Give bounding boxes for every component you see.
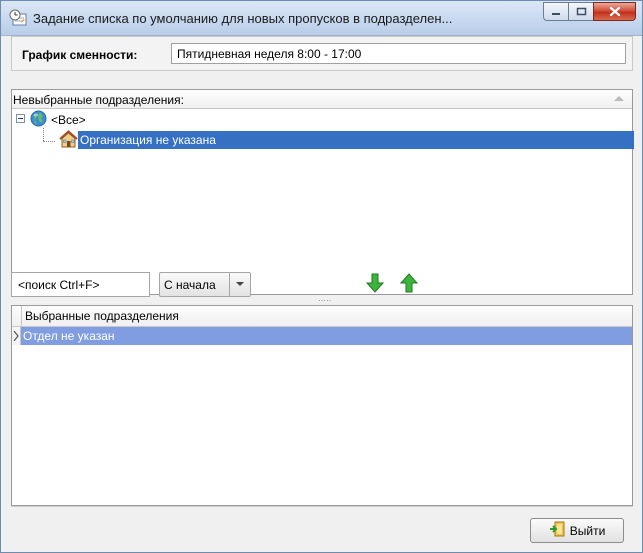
tree-item[interactable]: Организация не указана bbox=[78, 131, 634, 149]
search-mode-dropdown[interactable]: С начала bbox=[159, 272, 251, 297]
globe-icon bbox=[30, 110, 47, 127]
title-bar[interactable]: Задание списка по умолчанию для новых пр… bbox=[1, 1, 642, 36]
tree-connector bbox=[43, 128, 44, 141]
exit-button-label: Выйти bbox=[569, 523, 606, 538]
exit-button[interactable]: Выйти bbox=[530, 518, 624, 543]
move-down-arrow-icon[interactable] bbox=[365, 273, 385, 293]
current-row-icon bbox=[13, 331, 19, 341]
exit-door-icon bbox=[549, 521, 566, 540]
search-mode-label: С начала bbox=[160, 273, 230, 296]
minimize-button[interactable] bbox=[543, 2, 569, 21]
close-button[interactable] bbox=[593, 2, 636, 21]
unselected-departments-title: Невыбранные подразделения: bbox=[13, 93, 184, 107]
selected-departments-panel: Выбранные подразделения Отдел не указан bbox=[11, 305, 633, 506]
move-up-arrow-icon[interactable] bbox=[399, 273, 419, 293]
bottom-bar: Выйти bbox=[11, 506, 633, 547]
row-indicator bbox=[12, 327, 21, 345]
tree-root-label[interactable]: <Все> bbox=[51, 113, 86, 127]
table-row[interactable]: Отдел не указан bbox=[12, 327, 632, 345]
dialog-window: Задание списка по умолчанию для новых пр… bbox=[0, 0, 643, 553]
collapse-icon[interactable] bbox=[16, 114, 25, 123]
schedule-label: График сменности: bbox=[22, 48, 138, 62]
search-input[interactable]: <поиск Ctrl+F> bbox=[11, 272, 150, 297]
caption-buttons bbox=[543, 2, 636, 22]
schedule-app-icon bbox=[9, 9, 27, 27]
table-cell[interactable]: Отдел не указан bbox=[21, 327, 632, 345]
window-title: Задание списка по умолчанию для новых пр… bbox=[33, 11, 453, 26]
chevron-down-icon[interactable] bbox=[230, 273, 250, 296]
house-icon bbox=[59, 130, 78, 148]
schedule-row: График сменности: Пятидневная неделя 8:0… bbox=[11, 36, 633, 71]
dialog-client-area: График сменности: Пятидневная неделя 8:0… bbox=[7, 36, 636, 546]
scroll-up-icon[interactable] bbox=[614, 96, 624, 101]
tree-connector bbox=[43, 141, 55, 142]
row-indicator-header bbox=[12, 306, 22, 326]
unselected-departments-header: Невыбранные подразделения: bbox=[12, 90, 632, 109]
splitter-grip[interactable]: ····· bbox=[318, 297, 331, 305]
schedule-field[interactable]: Пятидневная неделя 8:00 - 17:00 bbox=[171, 43, 626, 64]
selected-departments-header: Выбранные подразделения bbox=[12, 306, 632, 327]
maximize-button[interactable] bbox=[568, 2, 594, 21]
unselected-departments-panel: Невыбранные подразделения: <Все> Организ… bbox=[11, 89, 634, 295]
departments-tree: <Все> Организация не указана bbox=[12, 109, 634, 293]
selected-departments-title[interactable]: Выбранные подразделения bbox=[22, 306, 632, 326]
